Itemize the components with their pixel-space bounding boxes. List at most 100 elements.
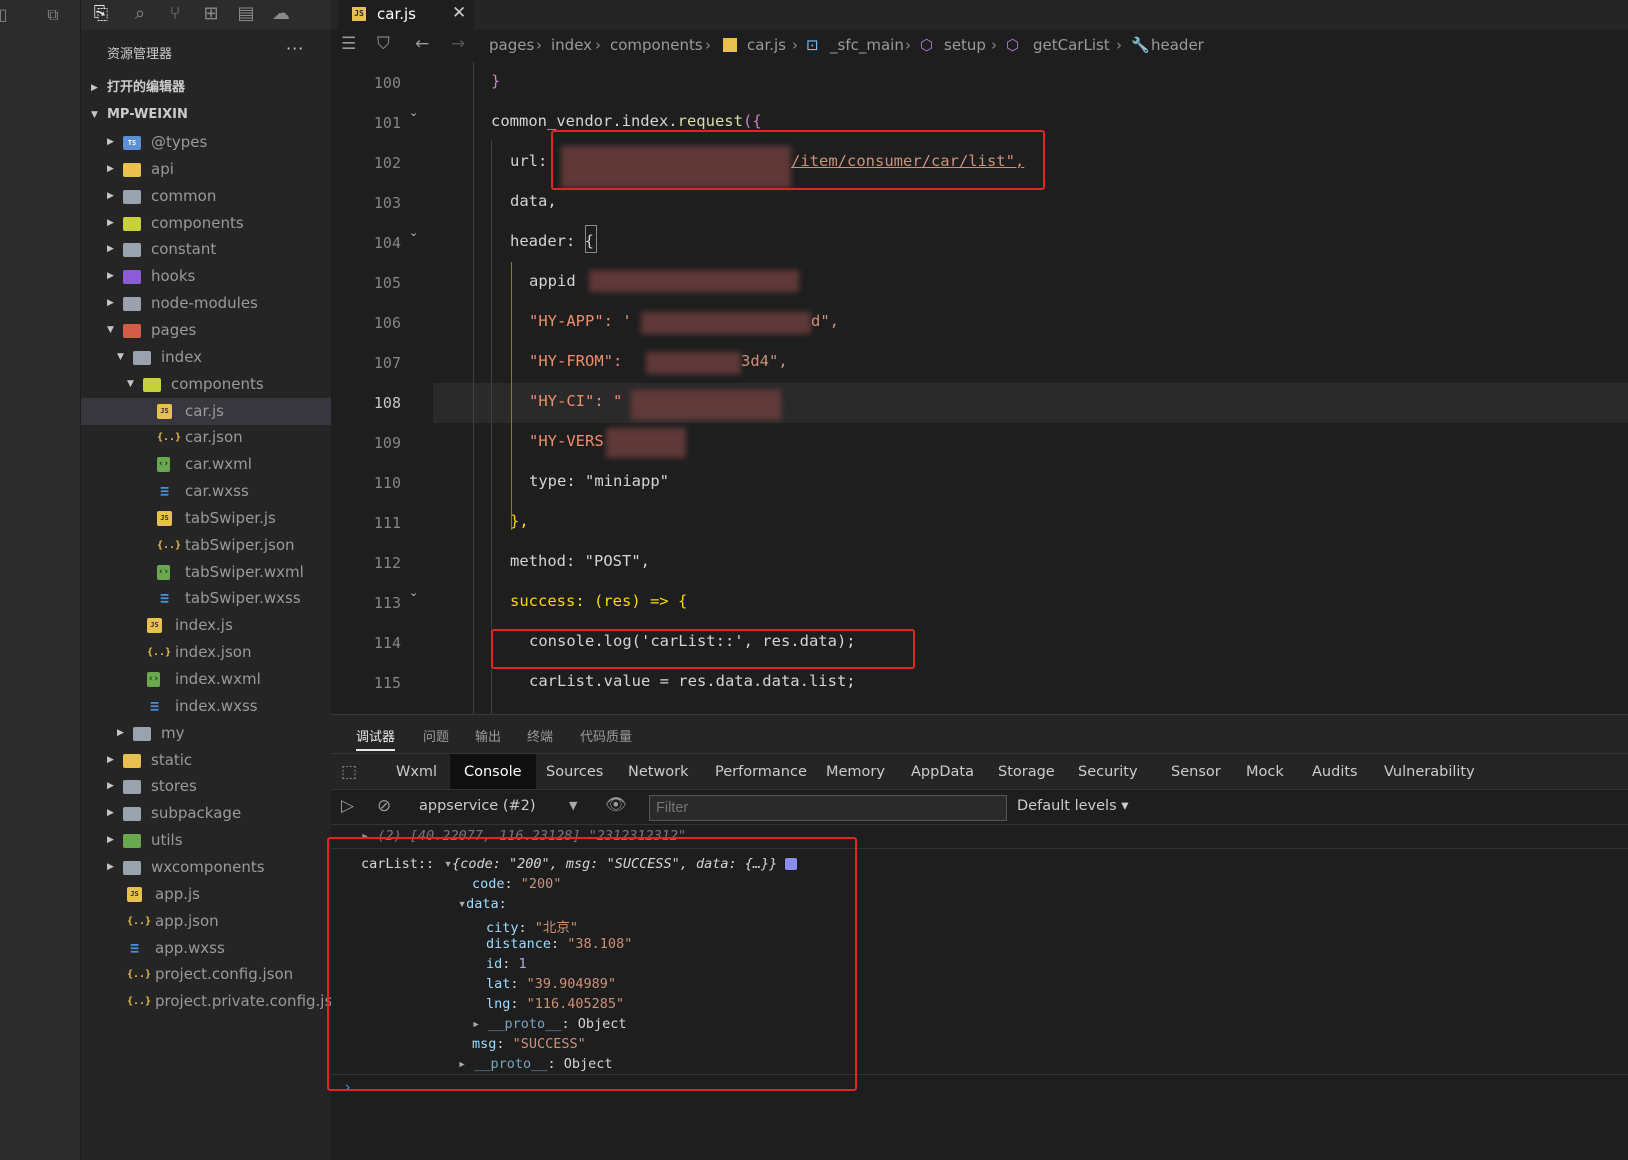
tree-item[interactable]: JS index.js	[81, 612, 331, 639]
context-select[interactable]: appservice (#2)	[419, 798, 536, 814]
chevron-right-icon[interactable]: ▶	[107, 183, 117, 210]
chevron-right-icon[interactable]: ▶	[107, 236, 117, 263]
chevron-right-icon[interactable]: ▶	[107, 156, 117, 183]
tree-item[interactable]: ▶ common	[81, 183, 331, 210]
sidebar-toggle-icon[interactable]: ▷	[341, 796, 354, 816]
tree-item[interactable]: ▶ subpackage	[81, 800, 331, 827]
breadcrumb-item[interactable]: car.js	[747, 36, 786, 54]
chevron-right-icon[interactable]: ▶	[107, 210, 117, 237]
clear-console-icon[interactable]: ⊘	[377, 796, 391, 816]
tree-item[interactable]: ▶ hooks	[81, 263, 331, 290]
chevron-right-icon[interactable]: ▶	[107, 747, 117, 774]
tab-wxml[interactable]: Wxml	[382, 754, 451, 790]
tree-item[interactable]: ▼ components	[81, 371, 331, 398]
source-control-icon[interactable]: ⑂	[163, 2, 187, 26]
chevron-right-icon[interactable]: ▶	[107, 773, 117, 800]
search-icon[interactable]: ⌕	[128, 2, 152, 26]
tree-item[interactable]: ≡ tabSwiper.wxss	[81, 585, 331, 612]
chevron-down-icon[interactable]: ▼	[569, 799, 577, 812]
forward-arrow-icon[interactable]: →	[451, 34, 465, 54]
tab-debugger[interactable]: 调试器	[356, 726, 396, 751]
panel-icon[interactable]: ▤	[234, 2, 258, 26]
list-icon[interactable]: ☰	[341, 34, 356, 54]
breadcrumb-item[interactable]: index	[551, 36, 592, 54]
tab-problems[interactable]: 问题	[423, 726, 449, 745]
breadcrumb-item[interactable]: getCarList	[1033, 36, 1110, 54]
tree-item[interactable]: ▶ node-modules	[81, 290, 331, 317]
chevron-right-icon[interactable]: ▶	[107, 854, 117, 881]
chevron-right-icon[interactable]: ▶	[107, 263, 117, 290]
chevron-right-icon[interactable]: ▶	[107, 129, 117, 156]
tree-item[interactable]: ▼ index	[81, 344, 331, 371]
more-actions-button[interactable]: ···	[286, 39, 304, 58]
tab-network[interactable]: Network	[614, 754, 703, 790]
breadcrumb-item[interactable]: header	[1151, 36, 1204, 54]
fold-chevron-icon[interactable]: ⌄	[409, 106, 418, 119]
tree-item[interactable]: JS car.js	[81, 397, 331, 425]
chevron-right-icon[interactable]: ▶	[117, 720, 127, 747]
tree-item[interactable]: ▶ constant	[81, 236, 331, 263]
levels-select[interactable]: Default levels ▾	[1017, 798, 1129, 814]
tree-item[interactable]: ▶ my	[81, 720, 331, 747]
window-icon[interactable]: ⧉	[42, 4, 64, 26]
tree-item[interactable]: {..} app.json	[81, 908, 331, 935]
close-icon[interactable]: ✕	[452, 3, 466, 23]
tree-item[interactable]: ≡ app.wxss	[81, 935, 331, 962]
tree-item[interactable]: ▶ wxcomponents	[81, 854, 331, 881]
tab-appdata[interactable]: AppData	[897, 754, 988, 790]
open-editors-section[interactable]: ▶ 打开的编辑器	[81, 75, 331, 101]
tab-mock[interactable]: Mock	[1232, 754, 1298, 790]
chevron-down-icon[interactable]: ▼	[117, 344, 127, 371]
tab-terminal[interactable]: 终端	[527, 726, 553, 745]
extensions-icon[interactable]: ⊞	[199, 2, 223, 26]
tree-item[interactable]: ‹› index.wxml	[81, 666, 331, 693]
tree-item[interactable]: JS tabSwiper.js	[81, 505, 331, 532]
chevron-down-icon[interactable]: ▼	[127, 371, 137, 398]
tab-memory[interactable]: Memory	[812, 754, 899, 790]
inspect-icon[interactable]: ⬚	[341, 762, 357, 782]
chevron-right-icon[interactable]: ▶	[107, 290, 117, 317]
tree-item[interactable]: JS app.js	[81, 881, 331, 908]
tab-car-js[interactable]: JS car.js ✕	[338, 0, 474, 30]
tree-item[interactable]: ≡ car.wxss	[81, 478, 331, 505]
tree-item[interactable]: {..} index.json	[81, 639, 331, 666]
tree-item[interactable]: ≡ index.wxss	[81, 693, 331, 720]
back-arrow-icon[interactable]: ←	[415, 34, 429, 54]
eye-icon[interactable]: 👁	[605, 795, 627, 815]
tree-item[interactable]: ▼ pages	[81, 317, 331, 344]
breadcrumb-item[interactable]: setup	[944, 36, 986, 54]
project-section[interactable]: ▼ MP-WEIXIN	[81, 102, 331, 128]
breadcrumb-item[interactable]: components	[610, 36, 703, 54]
tree-item[interactable]: {..} project.private.config.js...	[81, 988, 347, 1015]
tab-security[interactable]: Security	[1064, 754, 1152, 790]
file-icon[interactable]: ▯	[0, 4, 14, 26]
tab-storage[interactable]: Storage	[984, 754, 1069, 790]
tab-output[interactable]: 输出	[475, 726, 501, 745]
tab-audits[interactable]: Audits	[1298, 754, 1372, 790]
tree-item[interactable]: {..} car.json	[81, 424, 331, 451]
chevron-right-icon[interactable]: ▶	[107, 800, 117, 827]
breadcrumb-item[interactable]: _sfc_main	[830, 36, 904, 54]
tree-item[interactable]: ▶ components	[81, 210, 331, 237]
explorer-icon[interactable]: ⎘	[89, 2, 113, 26]
tab-sources[interactable]: Sources	[532, 754, 617, 790]
tree-item[interactable]: {..} tabSwiper.json	[81, 532, 331, 559]
tree-item[interactable]: {..} project.config.json	[81, 961, 331, 988]
tab-code-quality[interactable]: 代码质量	[580, 726, 632, 745]
breadcrumb-item[interactable]: pages	[489, 36, 534, 54]
fold-chevron-icon[interactable]: ⌄	[409, 586, 418, 599]
bookmark-icon[interactable]: ⛉	[377, 34, 390, 54]
tab-vulnerability[interactable]: Vulnerability	[1370, 754, 1489, 790]
tab-console[interactable]: Console	[450, 754, 536, 790]
docker-icon[interactable]: ☁	[269, 2, 293, 26]
chevron-down-icon[interactable]: ▼	[107, 317, 117, 344]
tab-sensor[interactable]: Sensor	[1157, 754, 1235, 790]
filter-input[interactable]	[649, 795, 1007, 821]
chevron-right-icon[interactable]: ▶	[107, 827, 117, 854]
tree-item[interactable]: ‹› tabSwiper.wxml	[81, 559, 331, 586]
fold-chevron-icon[interactable]: ⌄	[409, 226, 418, 239]
tree-item[interactable]: ▶ TS @types	[81, 129, 331, 156]
tree-item[interactable]: ▶ utils	[81, 827, 331, 854]
tree-item[interactable]: ‹› car.wxml	[81, 451, 331, 478]
tree-item[interactable]: ▶ stores	[81, 773, 331, 800]
